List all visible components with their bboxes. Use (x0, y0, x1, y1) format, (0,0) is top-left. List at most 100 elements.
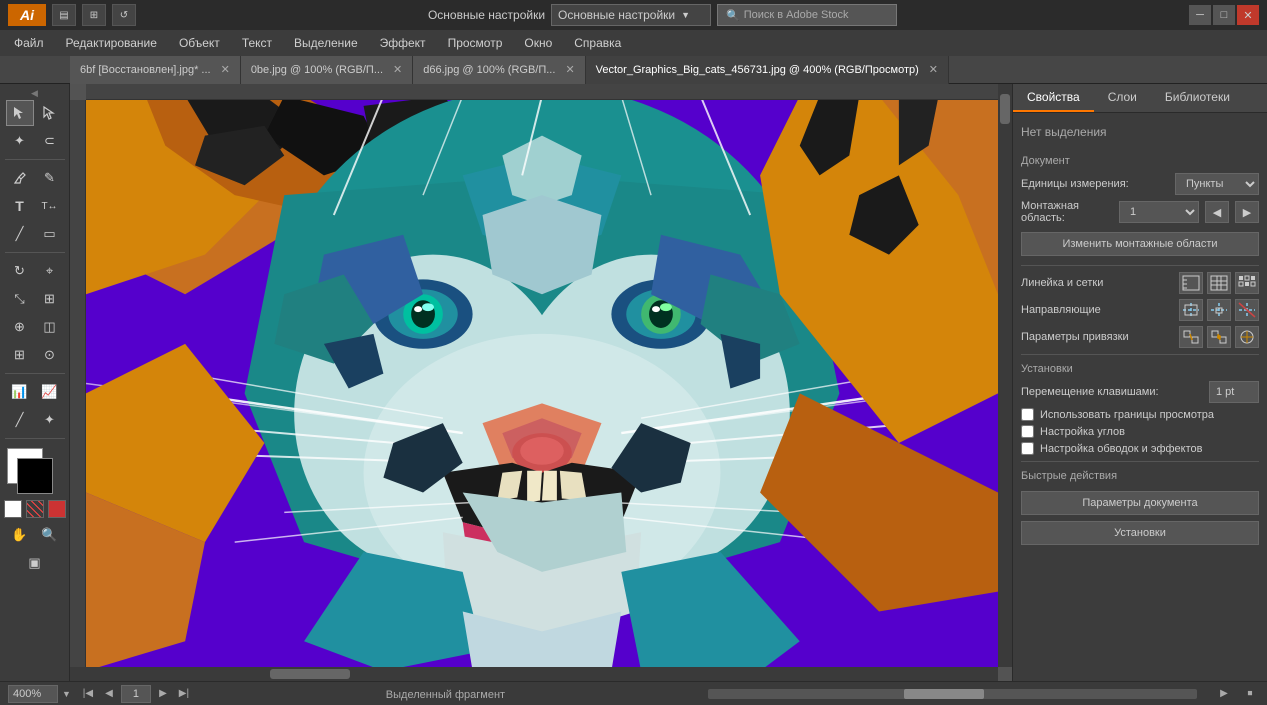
artboard-btn[interactable]: ▣ (21, 550, 49, 576)
rotate-btn[interactable]: ↻ (6, 258, 34, 284)
tab-close-3[interactable]: ✕ (929, 63, 938, 76)
pen-btn[interactable] (6, 165, 34, 191)
panel-tab-properties[interactable]: Свойства (1013, 84, 1094, 112)
menu-window[interactable]: Окно (514, 30, 562, 56)
play-btn[interactable]: ▶ (1215, 685, 1233, 703)
workspace-dropdown[interactable]: Основные настройки ▼ (551, 4, 711, 26)
artboard-select[interactable]: 1 (1119, 201, 1199, 223)
tool-btn[interactable]: ↺ (112, 4, 136, 26)
layout-btn[interactable]: ⊞ (82, 4, 106, 26)
doc-settings-btn[interactable]: Параметры документа (1021, 491, 1259, 515)
show-rulers-btn[interactable] (1179, 272, 1203, 294)
touch-type-btn[interactable]: T↔ (36, 193, 64, 219)
shape-builder-btn[interactable]: ⊙ (36, 342, 64, 368)
no-fill-swatch[interactable] (26, 500, 44, 518)
strokes-effects-checkbox[interactable] (1021, 442, 1034, 455)
tab-label-3: Vector_Graphics_Big_cats_456731.jpg @ 40… (596, 64, 919, 76)
menu-effect[interactable]: Эффект (370, 30, 436, 56)
menu-text[interactable]: Текст (232, 30, 282, 56)
menu-select[interactable]: Выделение (284, 30, 368, 56)
scroll-thumb-horizontal[interactable] (270, 669, 350, 679)
tool-row-3: ✎ (6, 165, 64, 191)
white-swatch[interactable] (4, 500, 22, 518)
tab-close-2[interactable]: ✕ (565, 63, 574, 76)
show-grid-btn[interactable] (1207, 272, 1231, 294)
column-graph-btn[interactable]: 📊 (6, 379, 34, 405)
lasso-btn[interactable]: ⊂ (36, 128, 64, 154)
direct-selection-tool-btn[interactable] (36, 100, 64, 126)
change-artboard-btn[interactable]: Изменить монтажные области (1021, 232, 1259, 256)
minimize-button[interactable]: ─ (1189, 5, 1211, 25)
quick-actions-title: Быстрые действия (1021, 470, 1259, 482)
menu-file[interactable]: Файл (4, 30, 54, 56)
status-scrollbar[interactable] (708, 689, 1197, 699)
tab-0[interactable]: 6bf [Восстановлен].jpg* ... ✕ (70, 56, 241, 84)
tool-row-1 (6, 100, 64, 126)
page-input[interactable] (121, 685, 151, 703)
stop-btn[interactable]: ⏹ (1241, 685, 1259, 703)
slice-btn[interactable]: ╱ (6, 407, 34, 433)
type-btn[interactable]: T (6, 193, 34, 219)
gradient-btn[interactable]: ◫ (36, 314, 64, 340)
line-btn[interactable]: ╱ (6, 221, 34, 247)
tab-close-1[interactable]: ✕ (393, 63, 402, 76)
magic-wand-btn[interactable]: ✦ (6, 128, 34, 154)
next-artboard-btn[interactable]: ▶ (1235, 201, 1259, 223)
scale-btn[interactable]: ⤡ (6, 286, 34, 312)
last-page-btn[interactable]: ▶| (175, 685, 193, 703)
zoom-btn[interactable]: 🔍 (36, 522, 64, 548)
tab-3[interactable]: Vector_Graphics_Big_cats_456731.jpg @ 40… (586, 56, 949, 84)
status-scroll-thumb[interactable] (904, 689, 984, 699)
mesh-btn[interactable]: ⊞ (6, 342, 34, 368)
selection-tool-btn[interactable] (6, 100, 34, 126)
hand-btn[interactable]: ✋ (6, 522, 34, 548)
pencil-btn[interactable]: ✎ (36, 165, 64, 191)
prev-artboard-btn[interactable]: ◀ (1205, 201, 1229, 223)
snap-btn-2[interactable] (1207, 326, 1231, 348)
stroke-swatch[interactable] (17, 458, 53, 494)
panel-tab-libraries[interactable]: Библиотеки (1151, 84, 1244, 112)
menu-help[interactable]: Справка (564, 30, 631, 56)
canvas-area[interactable] (70, 84, 1012, 681)
tab-2[interactable]: d66.jpg @ 100% (RGB/П... ✕ (413, 56, 585, 84)
red-swatch[interactable] (48, 500, 66, 518)
hide-guides-btn[interactable] (1235, 299, 1259, 321)
rect-btn[interactable]: ▭ (36, 221, 64, 247)
preferences-btn[interactable]: Установки (1021, 521, 1259, 545)
panel-tab-layers[interactable]: Слои (1094, 84, 1151, 112)
first-page-btn[interactable]: |◀ (79, 685, 97, 703)
snap-btn-3[interactable] (1235, 326, 1259, 348)
search-box[interactable]: 🔍 Поиск в Adobe Stock (717, 4, 897, 26)
eraser-btn[interactable]: ✦ (36, 407, 64, 433)
prev-page-btn[interactable]: ◀ (100, 685, 118, 703)
scrollbar-vertical[interactable] (998, 84, 1012, 667)
reshape-btn[interactable]: ⊞ (36, 286, 64, 312)
tab-close-0[interactable]: ✕ (221, 63, 230, 76)
menu-object[interactable]: Объект (169, 30, 230, 56)
menu-edit[interactable]: Редактирование (56, 30, 167, 56)
blend-btn[interactable]: ⊕ (6, 314, 34, 340)
restore-button[interactable]: □ (1213, 5, 1235, 25)
zoom-dropdown-icon[interactable]: ▼ (62, 689, 71, 699)
warp-btn[interactable]: ⌖ (36, 258, 64, 284)
scrollbar-horizontal[interactable] (70, 667, 998, 681)
corner-widget-checkbox[interactable] (1021, 425, 1034, 438)
artboard-label: Монтажная область: (1021, 200, 1113, 224)
zoom-input[interactable] (8, 685, 58, 703)
show-guides-btn[interactable] (1179, 299, 1203, 321)
main-layout: ◀ ✦ ⊂ ✎ T T↔ ╱ ▭ (0, 84, 1267, 681)
snap-btn-1[interactable] (1179, 326, 1203, 348)
tab-1[interactable]: 0be.jpg @ 100% (RGB/П... ✕ (241, 56, 413, 84)
show-pixel-grid-btn[interactable] (1235, 272, 1259, 294)
menu-view[interactable]: Просмотр (438, 30, 513, 56)
close-button[interactable]: ✕ (1237, 5, 1259, 25)
bar-graph-btn[interactable]: 📈 (36, 379, 64, 405)
scroll-thumb-vertical[interactable] (1000, 94, 1010, 124)
toolbar-collapse[interactable]: ◀ (5, 88, 65, 98)
units-select[interactable]: Пункты (1175, 173, 1259, 195)
workspace-btn[interactable]: ▤ (52, 4, 76, 26)
next-page-btn[interactable]: ▶ (154, 685, 172, 703)
use-view-bounds-checkbox[interactable] (1021, 408, 1034, 421)
keyboard-move-input[interactable] (1209, 381, 1259, 403)
lock-guides-btn[interactable] (1207, 299, 1231, 321)
